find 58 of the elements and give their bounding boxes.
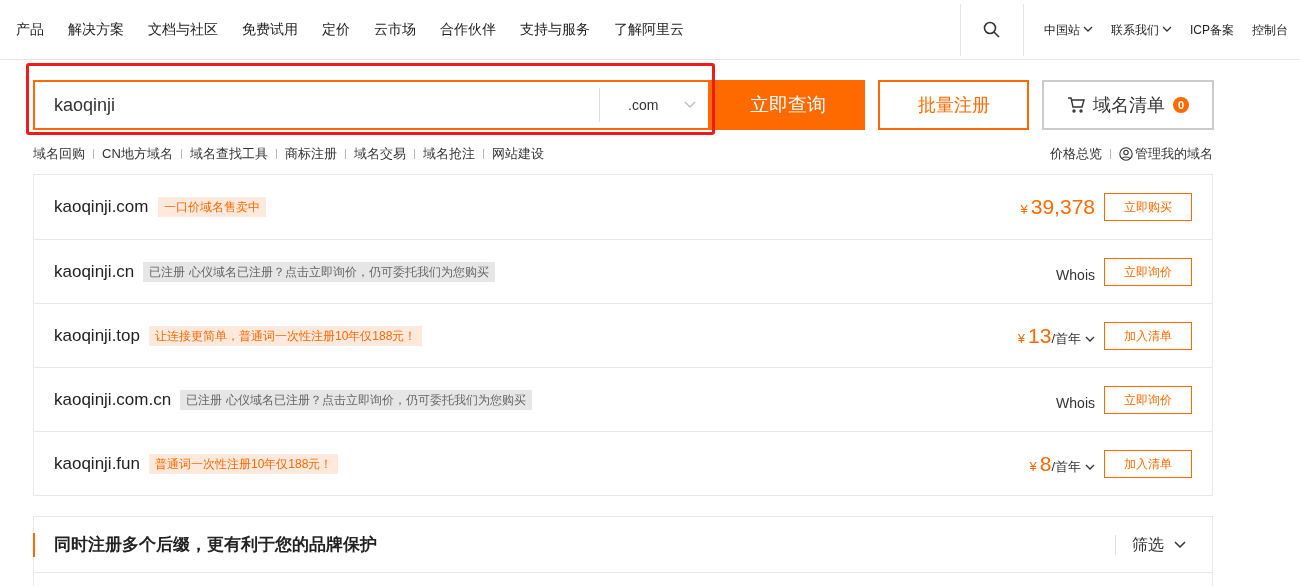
chevron-icon xyxy=(1174,540,1186,549)
nav-menu-item[interactable]: 控制台 xyxy=(1252,20,1288,39)
price-unit: /首年 xyxy=(1051,458,1081,476)
cart-icon xyxy=(1067,97,1085,113)
search-icon[interactable] xyxy=(983,21,1001,38)
nav-menu-item[interactable]: ICP备案 xyxy=(1190,20,1234,39)
nav-menu-item[interactable]: 联系我们 xyxy=(1111,20,1172,39)
search-value: kaoqinji xyxy=(54,93,117,117)
domain-service-link[interactable]: 域名查找工具 xyxy=(189,144,268,164)
domain-service-link[interactable]: CN地方域名 xyxy=(102,144,173,164)
nav-link[interactable]: 文档与社区 xyxy=(148,19,218,40)
domain-service-link[interactable]: 商标注册 xyxy=(284,144,337,164)
suffix-dropdown[interactable]: .com xyxy=(600,94,708,116)
nav-link[interactable]: 合作伙伴 xyxy=(440,19,496,40)
price-overview-link[interactable]: 价格总览 xyxy=(1050,144,1102,164)
nav-link[interactable]: 产品 xyxy=(16,19,44,40)
domain-service-link[interactable]: 域名回购 xyxy=(33,144,85,164)
domain-name: kaoqinji.com.cn xyxy=(54,388,172,411)
user-icon xyxy=(1119,147,1133,161)
whois-link[interactable]: Whois xyxy=(1056,393,1095,414)
nav-link[interactable]: 定价 xyxy=(322,19,350,40)
chevron-icon xyxy=(1085,463,1095,471)
search-field[interactable]: kaoqinji .com xyxy=(33,80,710,130)
chevron-icon xyxy=(1083,26,1093,33)
section-title: 同时注册多个后缀，更有利于您的品牌保护 xyxy=(54,533,378,556)
domain-service-link[interactable]: 网站建设 xyxy=(491,144,544,164)
price-unit: /首年 xyxy=(1051,330,1081,348)
domain-name: kaoqinji.cn xyxy=(54,260,135,283)
domain-service-link[interactable]: 域名抢注 xyxy=(422,144,475,164)
domain-service-link[interactable]: 域名交易 xyxy=(353,144,406,164)
nav-link[interactable]: 免费试用 xyxy=(242,19,298,40)
currency-symbol: ¥ xyxy=(1029,457,1037,476)
chevron-icon xyxy=(684,101,697,109)
price: 8 xyxy=(1039,450,1052,477)
count-badge: 0 xyxy=(1173,97,1189,113)
domain-name: kaoqinji.top xyxy=(54,324,140,347)
domain-name: kaoqinji.fun xyxy=(54,452,140,475)
domain-cart-button[interactable]: 域名清单 0 xyxy=(1042,80,1214,130)
chevron-icon xyxy=(1085,335,1095,343)
nav-link[interactable]: 了解阿里云 xyxy=(614,19,684,40)
price: 13 xyxy=(1028,322,1052,349)
domain-tag: 已注册 心仪域名已注册？点击立即询价，仍可委托我们为您购买 xyxy=(143,261,495,282)
domain-tag: 已注册 心仪域名已注册？点击立即询价，仍可委托我们为您购买 xyxy=(180,389,532,410)
nav-link[interactable]: 云市场 xyxy=(374,19,416,40)
currency-symbol: ¥ xyxy=(1020,201,1028,220)
price: 39,378 xyxy=(1030,194,1095,221)
domain-tag: 普通词一次性注册10年仅188元！ xyxy=(149,453,339,474)
domain-tag: 让连接更简单，普通词一次性注册10年仅188元！ xyxy=(149,325,423,346)
chevron-icon xyxy=(1162,26,1172,33)
domain-name: kaoqinji.com xyxy=(54,196,149,219)
filter-dropdown[interactable]: 筛选 xyxy=(1132,532,1186,557)
nav-menu-item[interactable]: 中国站 xyxy=(1044,20,1093,39)
nav-link[interactable]: 解决方案 xyxy=(68,19,124,40)
manage-domains-link[interactable]: 管理我的域名 xyxy=(1135,144,1213,164)
whois-link[interactable]: Whois xyxy=(1056,265,1095,286)
domain-tag: 一口价域名售卖中 xyxy=(157,197,266,217)
currency-symbol: ¥ xyxy=(1017,329,1025,348)
nav-link[interactable]: 支持与服务 xyxy=(520,19,590,40)
